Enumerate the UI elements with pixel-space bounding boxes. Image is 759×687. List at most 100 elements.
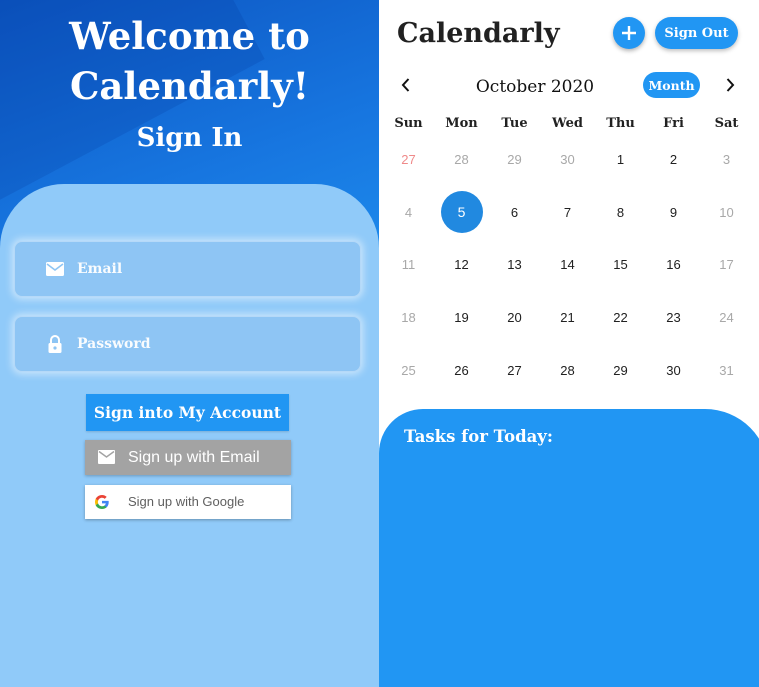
weekday-label: Fri — [663, 116, 684, 131]
calendar-day[interactable]: 7 — [541, 186, 594, 239]
email-field[interactable]: Email — [14, 241, 361, 297]
day-number: 29 — [507, 151, 522, 167]
welcome-heading-line1: Welcome to — [69, 14, 310, 58]
sign-up-google-button[interactable]: Sign up with Google — [85, 485, 291, 519]
sign-up-google-label: Sign up with Google — [128, 494, 245, 509]
mail-icon — [46, 262, 64, 276]
add-event-button[interactable] — [613, 17, 645, 49]
calendar-day[interactable]: 10 — [700, 186, 753, 239]
day-number: 31 — [719, 363, 734, 379]
sign-out-button[interactable]: Sign Out — [655, 17, 738, 49]
calendar-day[interactable]: 30 — [541, 133, 594, 186]
month-view-button[interactable]: Month — [643, 72, 700, 98]
day-number: 17 — [719, 257, 734, 273]
chevron-left-icon[interactable] — [399, 76, 413, 94]
calendar-day[interactable]: 26 — [435, 344, 488, 397]
calendar-day[interactable]: 27 — [382, 133, 435, 186]
day-number: 23 — [666, 310, 681, 326]
calendar-day[interactable]: 24 — [700, 291, 753, 344]
plus-icon — [622, 26, 636, 40]
calendar-day[interactable]: 9 — [647, 186, 700, 239]
day-number: 24 — [719, 310, 734, 326]
tasks-title: Tasks for Today: — [404, 427, 553, 446]
calendar-day[interactable]: 1 — [594, 133, 647, 186]
calendar-day[interactable]: 8 — [594, 186, 647, 239]
calendar-day[interactable]: 4 — [382, 186, 435, 239]
password-placeholder: Password — [77, 336, 151, 352]
calendar-day[interactable]: 2 — [647, 133, 700, 186]
calendar-day[interactable]: 22 — [594, 291, 647, 344]
lock-icon — [48, 335, 62, 353]
day-number: 21 — [560, 310, 575, 326]
month-label: October 2020 — [475, 77, 595, 97]
weekday-label: Wed — [552, 116, 583, 131]
calendar-week: 25 26 27 28 29 30 31 — [382, 344, 753, 397]
calendar-day[interactable]: 16 — [647, 239, 700, 292]
signin-panel: Welcome to Calendarly! Sign In Email Pas… — [0, 0, 379, 687]
app-title: Calendarly — [397, 18, 560, 49]
weekday-label: Thu — [606, 116, 635, 131]
calendar-day[interactable]: 11 — [382, 239, 435, 292]
weekday-label: Mon — [445, 116, 478, 131]
google-logo-icon — [95, 495, 109, 509]
calendar-day[interactable]: 27 — [488, 344, 541, 397]
calendar-day[interactable]: 3 — [700, 133, 753, 186]
day-number: 28 — [560, 363, 575, 379]
signin-title: Sign In — [136, 123, 243, 153]
day-number: 11 — [401, 257, 416, 273]
day-number: 18 — [401, 310, 416, 326]
calendar-day[interactable]: 30 — [647, 344, 700, 397]
password-field[interactable]: Password — [14, 316, 361, 372]
calendar-day[interactable]: 13 — [488, 239, 541, 292]
calendar-day[interactable]: 6 — [488, 186, 541, 239]
day-number: 2 — [669, 151, 678, 167]
calendar-week: 4 5 6 7 8 9 10 — [382, 186, 753, 239]
calendar-day[interactable]: 17 — [700, 239, 753, 292]
calendar-week: 11 12 13 14 15 16 17 — [382, 239, 753, 292]
day-number: 27 — [401, 151, 416, 167]
day-number: 14 — [560, 257, 575, 273]
calendar-day[interactable]: 20 — [488, 291, 541, 344]
day-number: 12 — [454, 257, 469, 273]
sign-up-email-button[interactable]: Sign up with Email — [85, 440, 291, 475]
calendar-panel: Calendarly Sign Out October 2020 Month S… — [379, 0, 759, 687]
sign-into-account-button[interactable]: Sign into My Account — [86, 394, 289, 431]
day-number: 16 — [666, 257, 681, 273]
calendar-day[interactable]: 14 — [541, 239, 594, 292]
calendar-day[interactable]: 29 — [488, 133, 541, 186]
day-number: 25 — [401, 363, 416, 379]
day-number: 30 — [560, 151, 575, 167]
day-number: 27 — [507, 363, 522, 379]
calendar-week: 27 28 29 30 1 2 3 — [382, 133, 753, 186]
day-number: 4 — [404, 204, 413, 220]
calendar-day[interactable]: 28 — [541, 344, 594, 397]
day-number: 26 — [454, 363, 469, 379]
calendar-day[interactable]: 15 — [594, 239, 647, 292]
day-number: 9 — [669, 204, 678, 220]
day-number: 5 — [457, 204, 466, 221]
calendar-day[interactable]: 31 — [700, 344, 753, 397]
day-number: 29 — [613, 363, 628, 379]
calendar-day[interactable]: 12 — [435, 239, 488, 292]
weekday-label: Tue — [501, 116, 528, 131]
calendar-day[interactable]: 23 — [647, 291, 700, 344]
calendar-day[interactable]: 19 — [435, 291, 488, 344]
calendar-grid: 27 28 29 30 1 2 3 4 5 6 7 8 9 10 11 12 1… — [382, 133, 753, 397]
calendar-day[interactable]: 29 — [594, 344, 647, 397]
calendar-day[interactable]: 25 — [382, 344, 435, 397]
day-number: 19 — [454, 310, 469, 326]
day-number: 7 — [563, 204, 572, 220]
calendar-day[interactable]: 21 — [541, 291, 594, 344]
day-number: 1 — [616, 151, 625, 167]
tasks-panel: Tasks for Today: — [379, 409, 759, 687]
calendar-day[interactable]: 28 — [435, 133, 488, 186]
day-number: 8 — [616, 204, 625, 220]
day-number: 28 — [454, 151, 469, 167]
day-number: 10 — [719, 204, 734, 220]
chevron-right-icon[interactable] — [723, 76, 737, 94]
mail-icon — [98, 450, 115, 464]
calendar-day-selected[interactable]: 5 — [435, 186, 488, 239]
calendar-day[interactable]: 18 — [382, 291, 435, 344]
day-number: 15 — [613, 257, 628, 273]
day-number: 20 — [507, 310, 522, 326]
